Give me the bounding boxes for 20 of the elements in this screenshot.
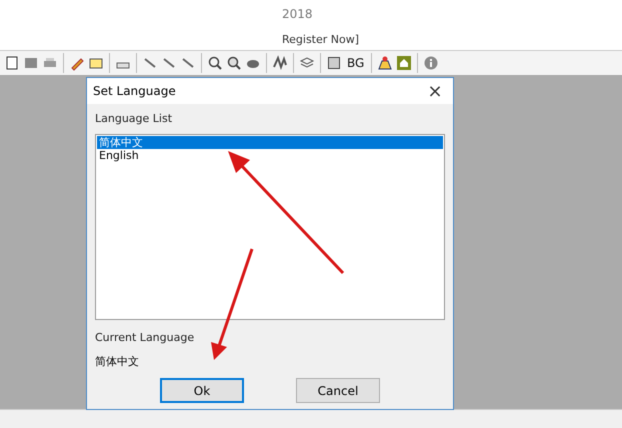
info-icon[interactable] (423, 55, 440, 71)
language-item[interactable]: English (97, 149, 443, 162)
dialog-button[interactable]: Cancel (296, 378, 380, 403)
scribble-icon[interactable] (272, 55, 288, 71)
register-link[interactable]: Register Now] (282, 32, 360, 46)
zoom-icon[interactable] (226, 55, 242, 71)
dialog-title: Set Language (93, 84, 176, 98)
language-item[interactable]: 简体中文 (97, 136, 443, 149)
dialog-button[interactable]: Ok (160, 378, 244, 403)
map-icon[interactable] (377, 55, 394, 71)
current-language-value: 简体中文 (95, 354, 140, 369)
language-list-label: Language List (95, 112, 174, 125)
current-language-label: Current Language (95, 331, 196, 344)
zoom-icon[interactable] (207, 55, 223, 71)
close-button[interactable]: × (417, 79, 453, 103)
home-icon[interactable] (396, 55, 412, 71)
window-title: 2018 (282, 7, 313, 21)
document-icon[interactable] (4, 55, 20, 71)
background-button[interactable]: BG (345, 56, 366, 70)
grid-icon[interactable] (326, 55, 342, 71)
